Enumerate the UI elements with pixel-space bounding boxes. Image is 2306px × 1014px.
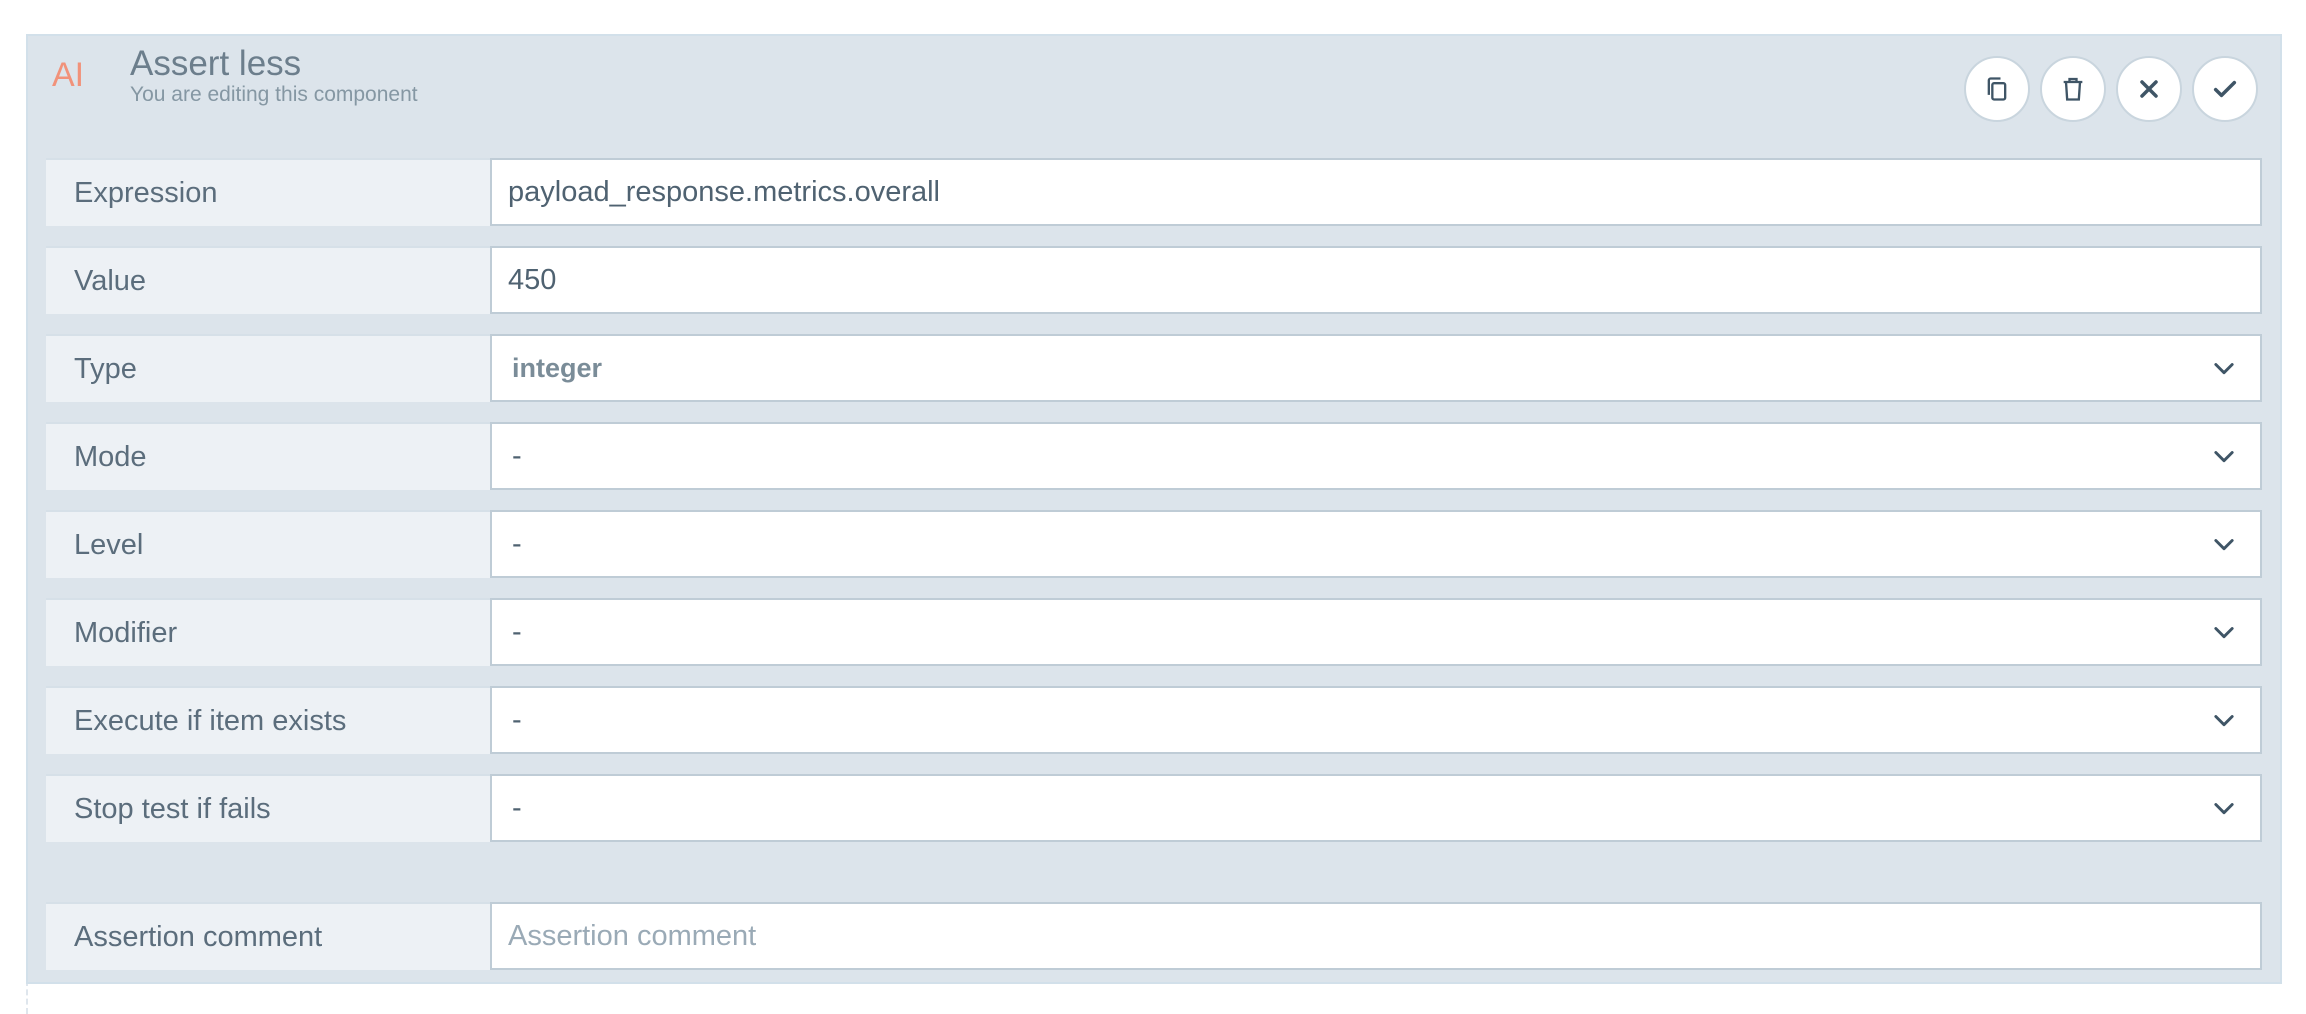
component-title: Assert less: [130, 44, 302, 83]
check-icon: [2213, 80, 2237, 98]
mode-selected-value: -: [512, 439, 522, 472]
comment-input[interactable]: Assertion comment: [490, 902, 2262, 970]
chevron-down-icon: [2214, 539, 2234, 551]
comment-label: Assertion comment: [46, 902, 490, 970]
chevron-down-icon: [2214, 803, 2234, 815]
chevron-down-icon: [2214, 627, 2234, 639]
execute-if-exists-row: Execute if item exists -: [46, 686, 2262, 754]
dashed-connector: [26, 980, 28, 1014]
trash-icon: [2063, 77, 2083, 101]
stop-if-fails-label: Stop test if fails: [46, 774, 490, 842]
expression-row: Expression payload_response.metrics.over…: [46, 158, 2262, 226]
comment-row: Assertion comment Assertion comment: [46, 902, 2262, 970]
confirm-button[interactable]: [2192, 56, 2258, 122]
level-select[interactable]: -: [490, 510, 2262, 578]
level-selected-value: -: [512, 527, 522, 560]
header-actions: [1964, 56, 2258, 122]
cancel-button[interactable]: [2116, 56, 2182, 122]
chevron-down-icon: [2214, 363, 2234, 375]
component-badge: AI: [52, 56, 85, 94]
modifier-selected-value: -: [512, 615, 522, 648]
mode-label: Mode: [46, 422, 490, 490]
execute-if-exists-select[interactable]: -: [490, 686, 2262, 754]
chevron-down-icon: [2214, 715, 2234, 727]
delete-button[interactable]: [2040, 56, 2106, 122]
stop-if-fails-row: Stop test if fails -: [46, 774, 2262, 842]
panel-header: AI Assert less You are editing this comp…: [28, 36, 2280, 146]
chevron-down-icon: [2214, 451, 2234, 463]
component-editor-panel: AI Assert less You are editing this comp…: [26, 34, 2282, 984]
copy-button[interactable]: [1964, 56, 2030, 122]
mode-select[interactable]: -: [490, 422, 2262, 490]
type-select[interactable]: integer: [490, 334, 2262, 402]
modifier-select[interactable]: -: [490, 598, 2262, 666]
expression-label: Expression: [46, 158, 490, 226]
stop-if-fails-select[interactable]: -: [490, 774, 2262, 842]
execute-if-exists-selected-value: -: [512, 703, 522, 736]
copy-icon: [1987, 77, 2007, 101]
value-input[interactable]: 450: [490, 246, 2262, 314]
value-row: Value 450: [46, 246, 2262, 314]
level-label: Level: [46, 510, 490, 578]
comment-placeholder: Assertion comment: [508, 919, 757, 952]
modifier-label: Modifier: [46, 598, 490, 666]
type-row: Type integer: [46, 334, 2262, 402]
type-selected-value: integer: [512, 352, 603, 383]
expression-input[interactable]: payload_response.metrics.overall: [490, 158, 2262, 226]
execute-if-exists-label: Execute if item exists: [46, 686, 490, 754]
mode-row: Mode -: [46, 422, 2262, 490]
type-label: Type: [46, 334, 490, 402]
close-icon: [2140, 80, 2158, 98]
modifier-row: Modifier -: [46, 598, 2262, 666]
level-row: Level -: [46, 510, 2262, 578]
component-subtitle: You are editing this component: [130, 83, 418, 106]
value-label: Value: [46, 246, 490, 314]
stop-if-fails-selected-value: -: [512, 791, 522, 824]
